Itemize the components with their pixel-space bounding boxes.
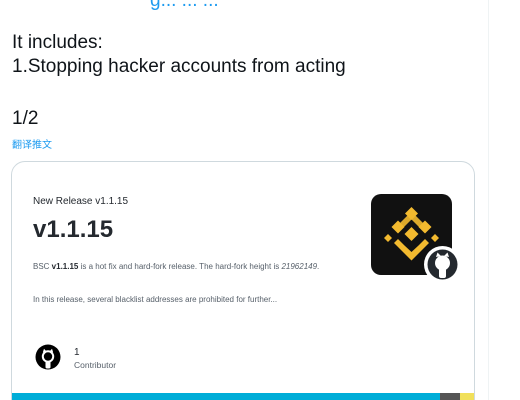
- release-subtitle: New Release v1.1.15: [33, 196, 129, 207]
- release-description-version: v1.1.15: [51, 262, 79, 271]
- contributor-label: Contributor: [74, 360, 117, 370]
- release-description-2: In this release, several blacklist addre…: [33, 295, 278, 304]
- language-bar: [12, 393, 474, 400]
- tweet-text-line-1: It includes:: [12, 32, 103, 53]
- github-badge: [424, 246, 461, 283]
- contributor-avatar-icon: [35, 344, 61, 370]
- language-segment: [242, 393, 440, 400]
- tweet-text-line-2: 1.Stopping hacker accounts from acting: [12, 56, 346, 77]
- release-description-height: 21962149: [281, 262, 318, 271]
- release-description-suffix: .: [317, 262, 320, 271]
- release-description-prefix: BSC: [33, 262, 52, 271]
- link-preview-card[interactable]: New Release v1.1.15 v1.1.15 BSC v1.1.15 …: [11, 161, 475, 400]
- tweet-top-link[interactable]: g... ... ...: [150, 0, 219, 12]
- language-segment: [440, 393, 460, 400]
- tweet-page: g... ... ... It includes: 1.Stopping hac…: [0, 0, 520, 400]
- release-description: BSC v1.1.15 is a hot fix and hard-fork r…: [33, 261, 363, 272]
- release-version-title: v1.1.15: [33, 216, 114, 243]
- github-icon: [427, 249, 458, 280]
- language-segment: [460, 393, 474, 400]
- release-description-mid: is a hot fix and hard-fork release. The …: [78, 262, 282, 271]
- language-segment: [12, 393, 242, 400]
- translate-tweet-link[interactable]: 翻译推文: [12, 136, 52, 151]
- tweet-thread-counter: 1/2: [12, 108, 39, 129]
- contributor-count: 1: [74, 347, 80, 358]
- column-divider: [488, 0, 489, 400]
